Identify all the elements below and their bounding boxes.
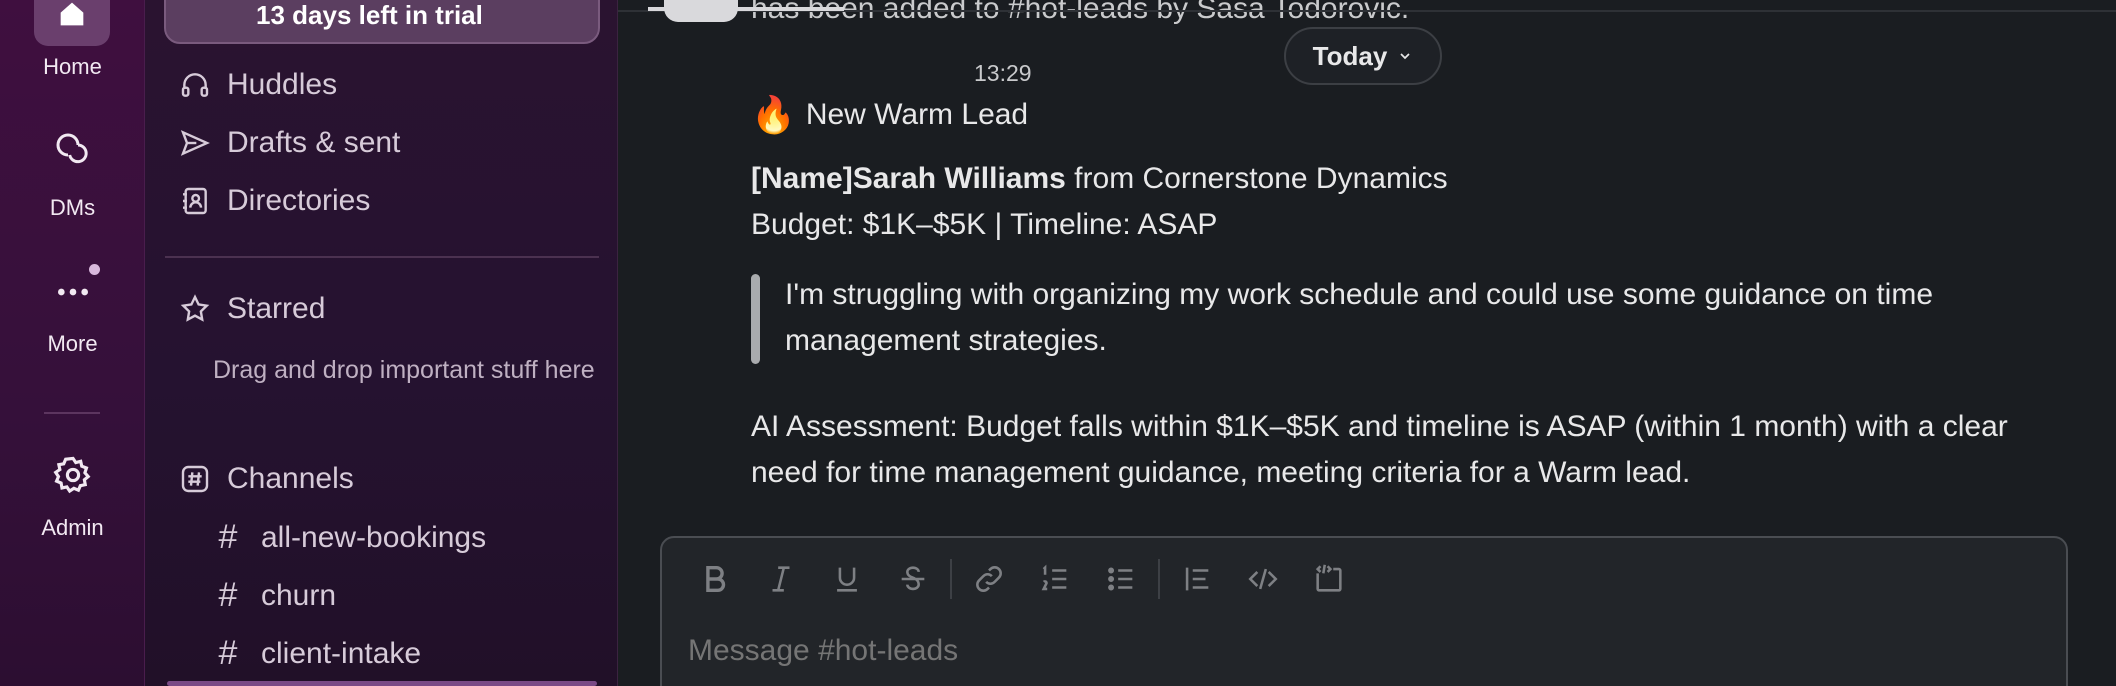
today-label: Today xyxy=(1312,40,1388,71)
quote-text: I'm struggling with organizing my work s… xyxy=(785,278,1933,357)
sidebar-section-channels[interactable]: Channels xyxy=(179,462,354,496)
starred-hint: Drag and drop important stuff here xyxy=(213,356,595,384)
heading-text: New Warm Lead xyxy=(805,98,1029,131)
blockquote-icon xyxy=(1185,567,1209,591)
code-block-button[interactable] xyxy=(1296,554,1362,604)
formatting-toolbar xyxy=(682,554,1362,604)
blockquote-button[interactable] xyxy=(1164,554,1230,604)
bulleted-list-button[interactable] xyxy=(1088,554,1154,604)
starred-label: Starred xyxy=(227,292,326,325)
strikethrough-button[interactable] xyxy=(880,554,946,604)
lead-company: from Cornerstone Dynamics xyxy=(1065,162,1448,195)
sidebar-item-huddles[interactable]: Huddles xyxy=(179,68,337,102)
channel-name: churn xyxy=(261,578,337,612)
underline-button[interactable] xyxy=(814,554,880,604)
channels-label: Channels xyxy=(227,462,354,495)
sidebar-item-channel[interactable]: # churn xyxy=(213,576,337,615)
italic-icon xyxy=(772,566,790,592)
message-timestamp[interactable]: 13:29 xyxy=(974,60,1032,87)
chevron-down-icon xyxy=(1400,53,1410,60)
gear-icon xyxy=(52,456,90,494)
rail-home[interactable]: Home xyxy=(0,54,145,80)
message-input[interactable] xyxy=(688,634,1988,668)
active-channel-highlight xyxy=(167,681,597,686)
home-label: Home xyxy=(43,54,102,79)
sidebar-item-label: Drafts & sent xyxy=(227,126,401,159)
bold-button[interactable] xyxy=(682,554,748,604)
toolbar-divider xyxy=(950,559,952,599)
hash-icon: # xyxy=(218,634,238,672)
sidebar-item-channel[interactable]: # all-new-bookings xyxy=(213,518,487,557)
fire-icon: 🔥 xyxy=(751,94,796,135)
sidebar-section-starred[interactable]: Starred xyxy=(179,292,325,326)
home-button[interactable] xyxy=(34,0,110,46)
message-pane: has been added to #hot-leads by Sasa Tod… xyxy=(618,0,2116,686)
channel-sidebar: 13 days left in trial Huddles Drafts & s… xyxy=(145,0,618,686)
link-button[interactable] xyxy=(956,554,1022,604)
ai-assessment: AI Assessment: Budget falls within $1K–$… xyxy=(751,410,2008,489)
code-icon xyxy=(1248,568,1278,590)
quote-bar xyxy=(751,274,760,364)
sidebar-item-drafts[interactable]: Drafts & sent xyxy=(179,126,400,160)
more-label: More xyxy=(47,331,98,356)
admin-label: Admin xyxy=(41,515,104,540)
toolbar-divider xyxy=(1158,559,1160,599)
dms-label: DMs xyxy=(49,195,96,220)
sidebar-item-label: Huddles xyxy=(227,68,338,101)
sidebar-item-label: Directories xyxy=(227,184,371,217)
italic-button[interactable] xyxy=(748,554,814,604)
more-icon xyxy=(57,288,88,296)
underline-icon xyxy=(837,567,857,592)
budget-line: Budget: $1K–$5K | Timeline: ASAP xyxy=(751,208,1218,241)
star-icon xyxy=(180,294,210,322)
sidebar-divider xyxy=(165,256,599,258)
workspace-rail: Home DMs More Admin xyxy=(0,0,145,686)
code-button[interactable] xyxy=(1230,554,1296,604)
bold-icon xyxy=(706,565,726,593)
headphones-icon xyxy=(181,73,209,97)
sidebar-item-directories[interactable]: Directories xyxy=(179,184,370,218)
avatar xyxy=(664,0,738,22)
strikethrough-icon xyxy=(901,566,925,591)
rail-divider xyxy=(44,412,100,414)
channel-name: all-new-bookings xyxy=(261,520,487,554)
bulleted-list-icon xyxy=(1108,567,1133,591)
ordered-list-button[interactable] xyxy=(1022,554,1088,604)
message-heading: 🔥 New Warm Lead xyxy=(751,94,1028,136)
send-icon xyxy=(180,130,210,156)
ordered-list-icon xyxy=(1041,564,1067,591)
lead-name-line: [Name]Sarah Williams from Cornerstone Dy… xyxy=(751,162,1448,196)
hash-icon: # xyxy=(218,518,238,556)
rail-more[interactable]: More xyxy=(0,272,145,357)
trial-label: 13 days left in trial xyxy=(256,0,483,30)
sidebar-item-channel[interactable]: # client-intake xyxy=(213,634,422,673)
rail-dms[interactable]: DMs xyxy=(0,130,145,221)
dms-icon xyxy=(56,133,88,164)
link-icon xyxy=(976,566,1002,592)
trial-banner[interactable]: 13 days left in trial xyxy=(164,0,600,44)
lead-quote: I'm struggling with organizing my work s… xyxy=(751,272,1951,364)
date-divider-button[interactable]: Today xyxy=(1284,27,1442,85)
hash-icon: # xyxy=(218,576,238,614)
contacts-icon xyxy=(183,187,207,215)
channel-section-icon xyxy=(181,465,209,493)
home-icon xyxy=(60,2,84,26)
rail-admin[interactable]: Admin xyxy=(0,454,145,541)
lead-name: [Name]Sarah Williams xyxy=(751,162,1066,195)
system-message: has been added to #hot-leads by Sasa Tod… xyxy=(751,0,1410,25)
channel-name: client-intake xyxy=(261,636,422,670)
message-composer xyxy=(660,536,2068,686)
code-block-icon xyxy=(1315,564,1342,592)
